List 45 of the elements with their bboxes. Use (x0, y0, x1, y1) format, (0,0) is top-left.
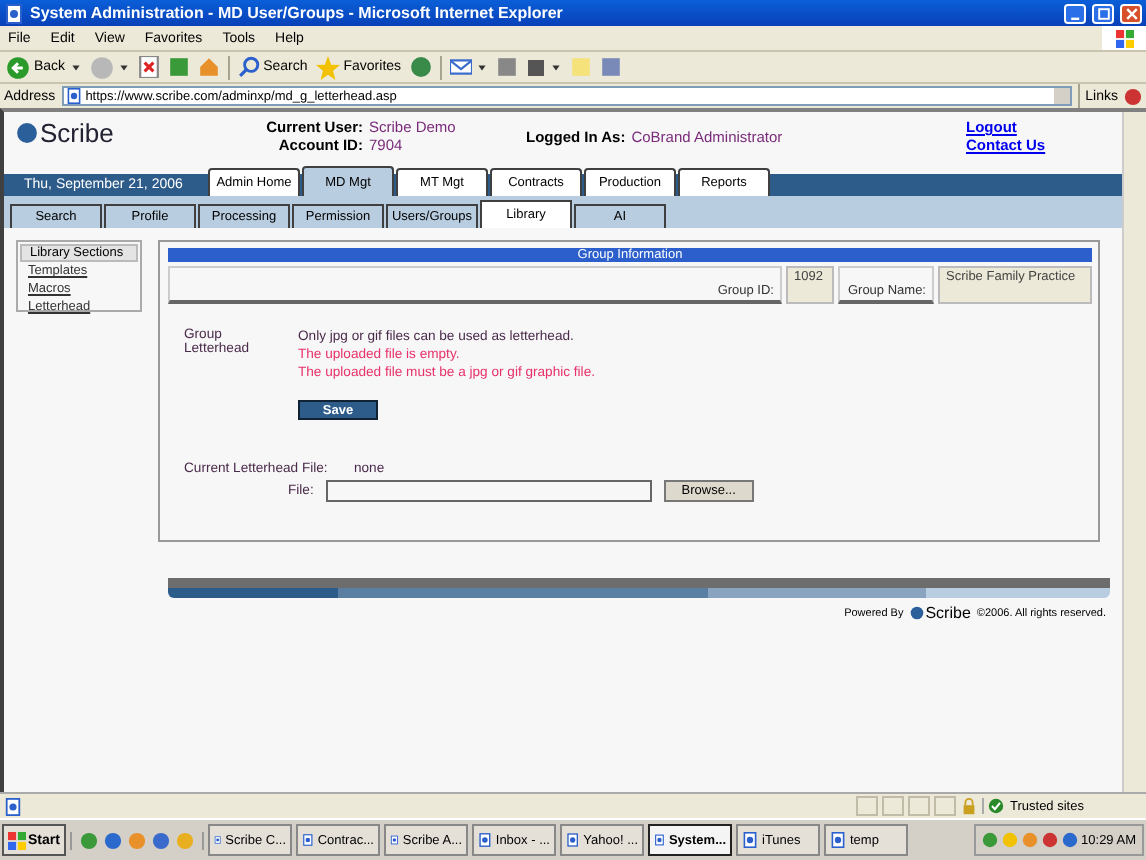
logo-text: Scribe (40, 118, 114, 148)
window-icon (214, 832, 222, 848)
stop-button[interactable] (137, 56, 160, 78)
logo-text: Scribe (925, 604, 971, 622)
status-pane (908, 796, 930, 816)
dropdown-button[interactable] (1053, 88, 1070, 104)
star-icon (315, 55, 340, 79)
browser-page-icon (4, 3, 24, 23)
check-icon (988, 798, 1004, 814)
status-pane (882, 796, 904, 816)
scrollbar[interactable] (1122, 112, 1146, 792)
maximize-icon (1095, 5, 1111, 21)
dropdown-icon (475, 61, 488, 73)
mail-button[interactable] (449, 56, 488, 78)
search-icon (237, 56, 260, 78)
maximize-button[interactable] (1092, 3, 1114, 23)
close-button[interactable] (1120, 3, 1142, 23)
status-pane (856, 796, 878, 816)
stop-icon (137, 56, 160, 78)
windows-flag-icon (8, 831, 26, 849)
close-icon (1123, 5, 1139, 21)
home-icon (197, 56, 220, 78)
window-icon (302, 832, 314, 848)
square-icon (525, 57, 546, 77)
window-icon (390, 832, 399, 848)
window-icon (830, 832, 846, 848)
forward-button[interactable] (89, 55, 130, 79)
edit-button[interactable] (525, 57, 562, 77)
dropdown-icon (69, 61, 82, 73)
envelope-icon (449, 56, 472, 78)
back-arrow-icon (6, 55, 30, 79)
window-icon (742, 832, 758, 848)
window-icon (654, 832, 665, 848)
minimize-button[interactable] (1064, 3, 1086, 23)
dropdown-icon (117, 61, 130, 73)
file-field[interactable] (325, 480, 652, 502)
lock-icon (960, 797, 978, 815)
window-icon (566, 832, 580, 848)
home-button[interactable] (197, 56, 220, 78)
window-title: System Administration - MD User/Groups - Microsoft Internet Explorer (30, 4, 565, 22)
status-pane (934, 796, 956, 816)
window-icon (478, 832, 492, 848)
dropdown-icon (549, 61, 562, 73)
page-icon (65, 88, 82, 104)
windows-flag-icon (1115, 29, 1133, 47)
